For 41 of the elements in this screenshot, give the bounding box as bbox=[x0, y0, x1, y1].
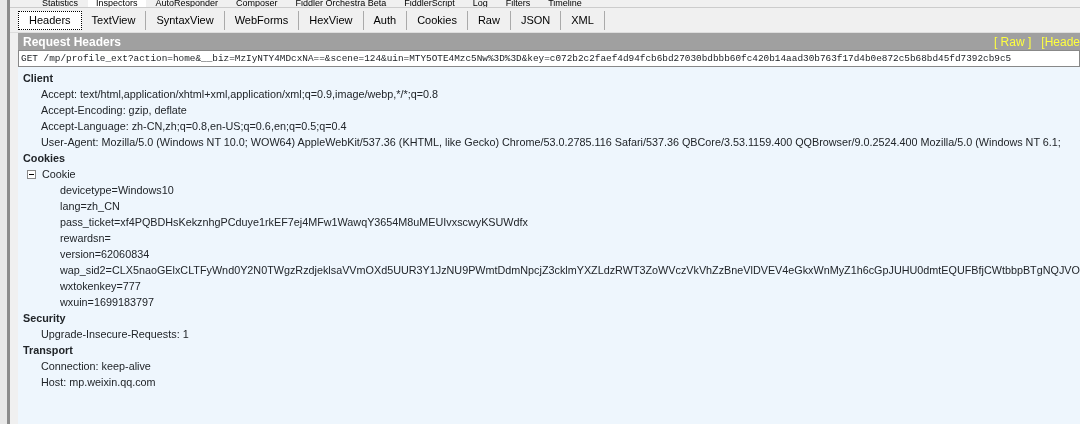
tab[interactable]: Timeline bbox=[540, 0, 590, 7]
tab[interactable]: FiddlerScript bbox=[396, 0, 463, 7]
header-entry: rewardsn= bbox=[60, 231, 111, 246]
section-heading: Client bbox=[23, 71, 53, 86]
panel-title: Request Headers bbox=[23, 33, 122, 51]
section-heading: Security bbox=[23, 311, 66, 326]
header-entry: Upgrade-Insecure-Requests: 1 bbox=[41, 327, 189, 342]
collapse-toggle[interactable] bbox=[27, 169, 36, 179]
header-entry: pass_ticket=xf4PQBDHsKekznhgPCduye1rkEF7ej4MFw1WawqY3654M8uMEUIvxscwyKSUWdfx bbox=[60, 215, 528, 230]
tab[interactable]: Headers bbox=[18, 11, 82, 30]
header-entry: version=62060834 bbox=[60, 247, 150, 262]
tab[interactable]: WebForms bbox=[224, 11, 300, 30]
tab[interactable]: SyntaxView bbox=[146, 11, 225, 30]
tab[interactable]: Fiddler Orchestra Beta bbox=[287, 0, 395, 7]
tree-node[interactable]: Cookie bbox=[42, 166, 76, 182]
header-entry: lang=zh_CN bbox=[60, 199, 120, 214]
tab[interactable]: HexView bbox=[299, 11, 364, 30]
section-heading: Cookies bbox=[23, 151, 65, 166]
header-entry: Connection: keep-alive bbox=[41, 359, 151, 374]
tab[interactable]: JSON bbox=[510, 11, 562, 30]
header-entry: User-Agent: Mozilla/5.0 (Windows NT 10.0; WOW64) AppleWebKit/537.36 (KHTML, like Gecko) Chrome/53.0.2785.116 Safari/537.36 QBCore/3.53.1159.400 QQBrowser/9.0.2524.400 Mozilla/5.0 (Windows NT 6.1; bbox=[41, 135, 1061, 150]
header-entry: Accept-Language: zh-CN,zh;q=0.8,en-US;q=0.6,en;q=0.5;q=0.4 bbox=[41, 119, 347, 134]
header-entry: wap_sid2=CLX5naoGElxCLTFyWnd0Y2N0TWgzRzdjeklsaVVmOXd5UUR3Y1JzNU9PWmtDdmNpcjZ3cklmYXZLdzRWT3ZoWVczVkVhZzBneVlDVEV4eGkxWnMyZ1h6cGpJUHU0dmtEQUFBfjCWtbbpBTgNQJVO bbox=[60, 263, 1080, 278]
header-entry: Host: mp.weixin.qq.com bbox=[41, 375, 156, 390]
tab[interactable]: XML bbox=[561, 11, 605, 30]
tab[interactable]: Composer bbox=[228, 0, 286, 7]
tab[interactable]: Log bbox=[464, 0, 496, 7]
tab[interactable]: AutoResponder bbox=[147, 0, 227, 7]
header-entry: wxuin=1699183797 bbox=[60, 295, 154, 310]
header-entry: Accept: text/html,application/xhtml+xml,application/xml;q=0.9,image/webp,*/*;q=0.8 bbox=[41, 87, 438, 102]
tab[interactable]: Statistics bbox=[34, 0, 86, 7]
tab[interactable]: TextView bbox=[81, 11, 147, 30]
tab[interactable]: Inspectors bbox=[88, 0, 146, 7]
tab[interactable]: Raw bbox=[467, 11, 511, 30]
tab[interactable]: Cookies bbox=[407, 11, 468, 30]
tab[interactable]: Filters bbox=[497, 0, 539, 7]
header-entry: wxtokenkey=777 bbox=[60, 279, 141, 294]
header-entry: Accept-Encoding: gzip, deflate bbox=[41, 103, 187, 118]
header-entry: devicetype=Windows10 bbox=[60, 183, 174, 198]
section-heading: Transport bbox=[23, 343, 73, 358]
tab[interactable]: Auth bbox=[363, 11, 408, 30]
